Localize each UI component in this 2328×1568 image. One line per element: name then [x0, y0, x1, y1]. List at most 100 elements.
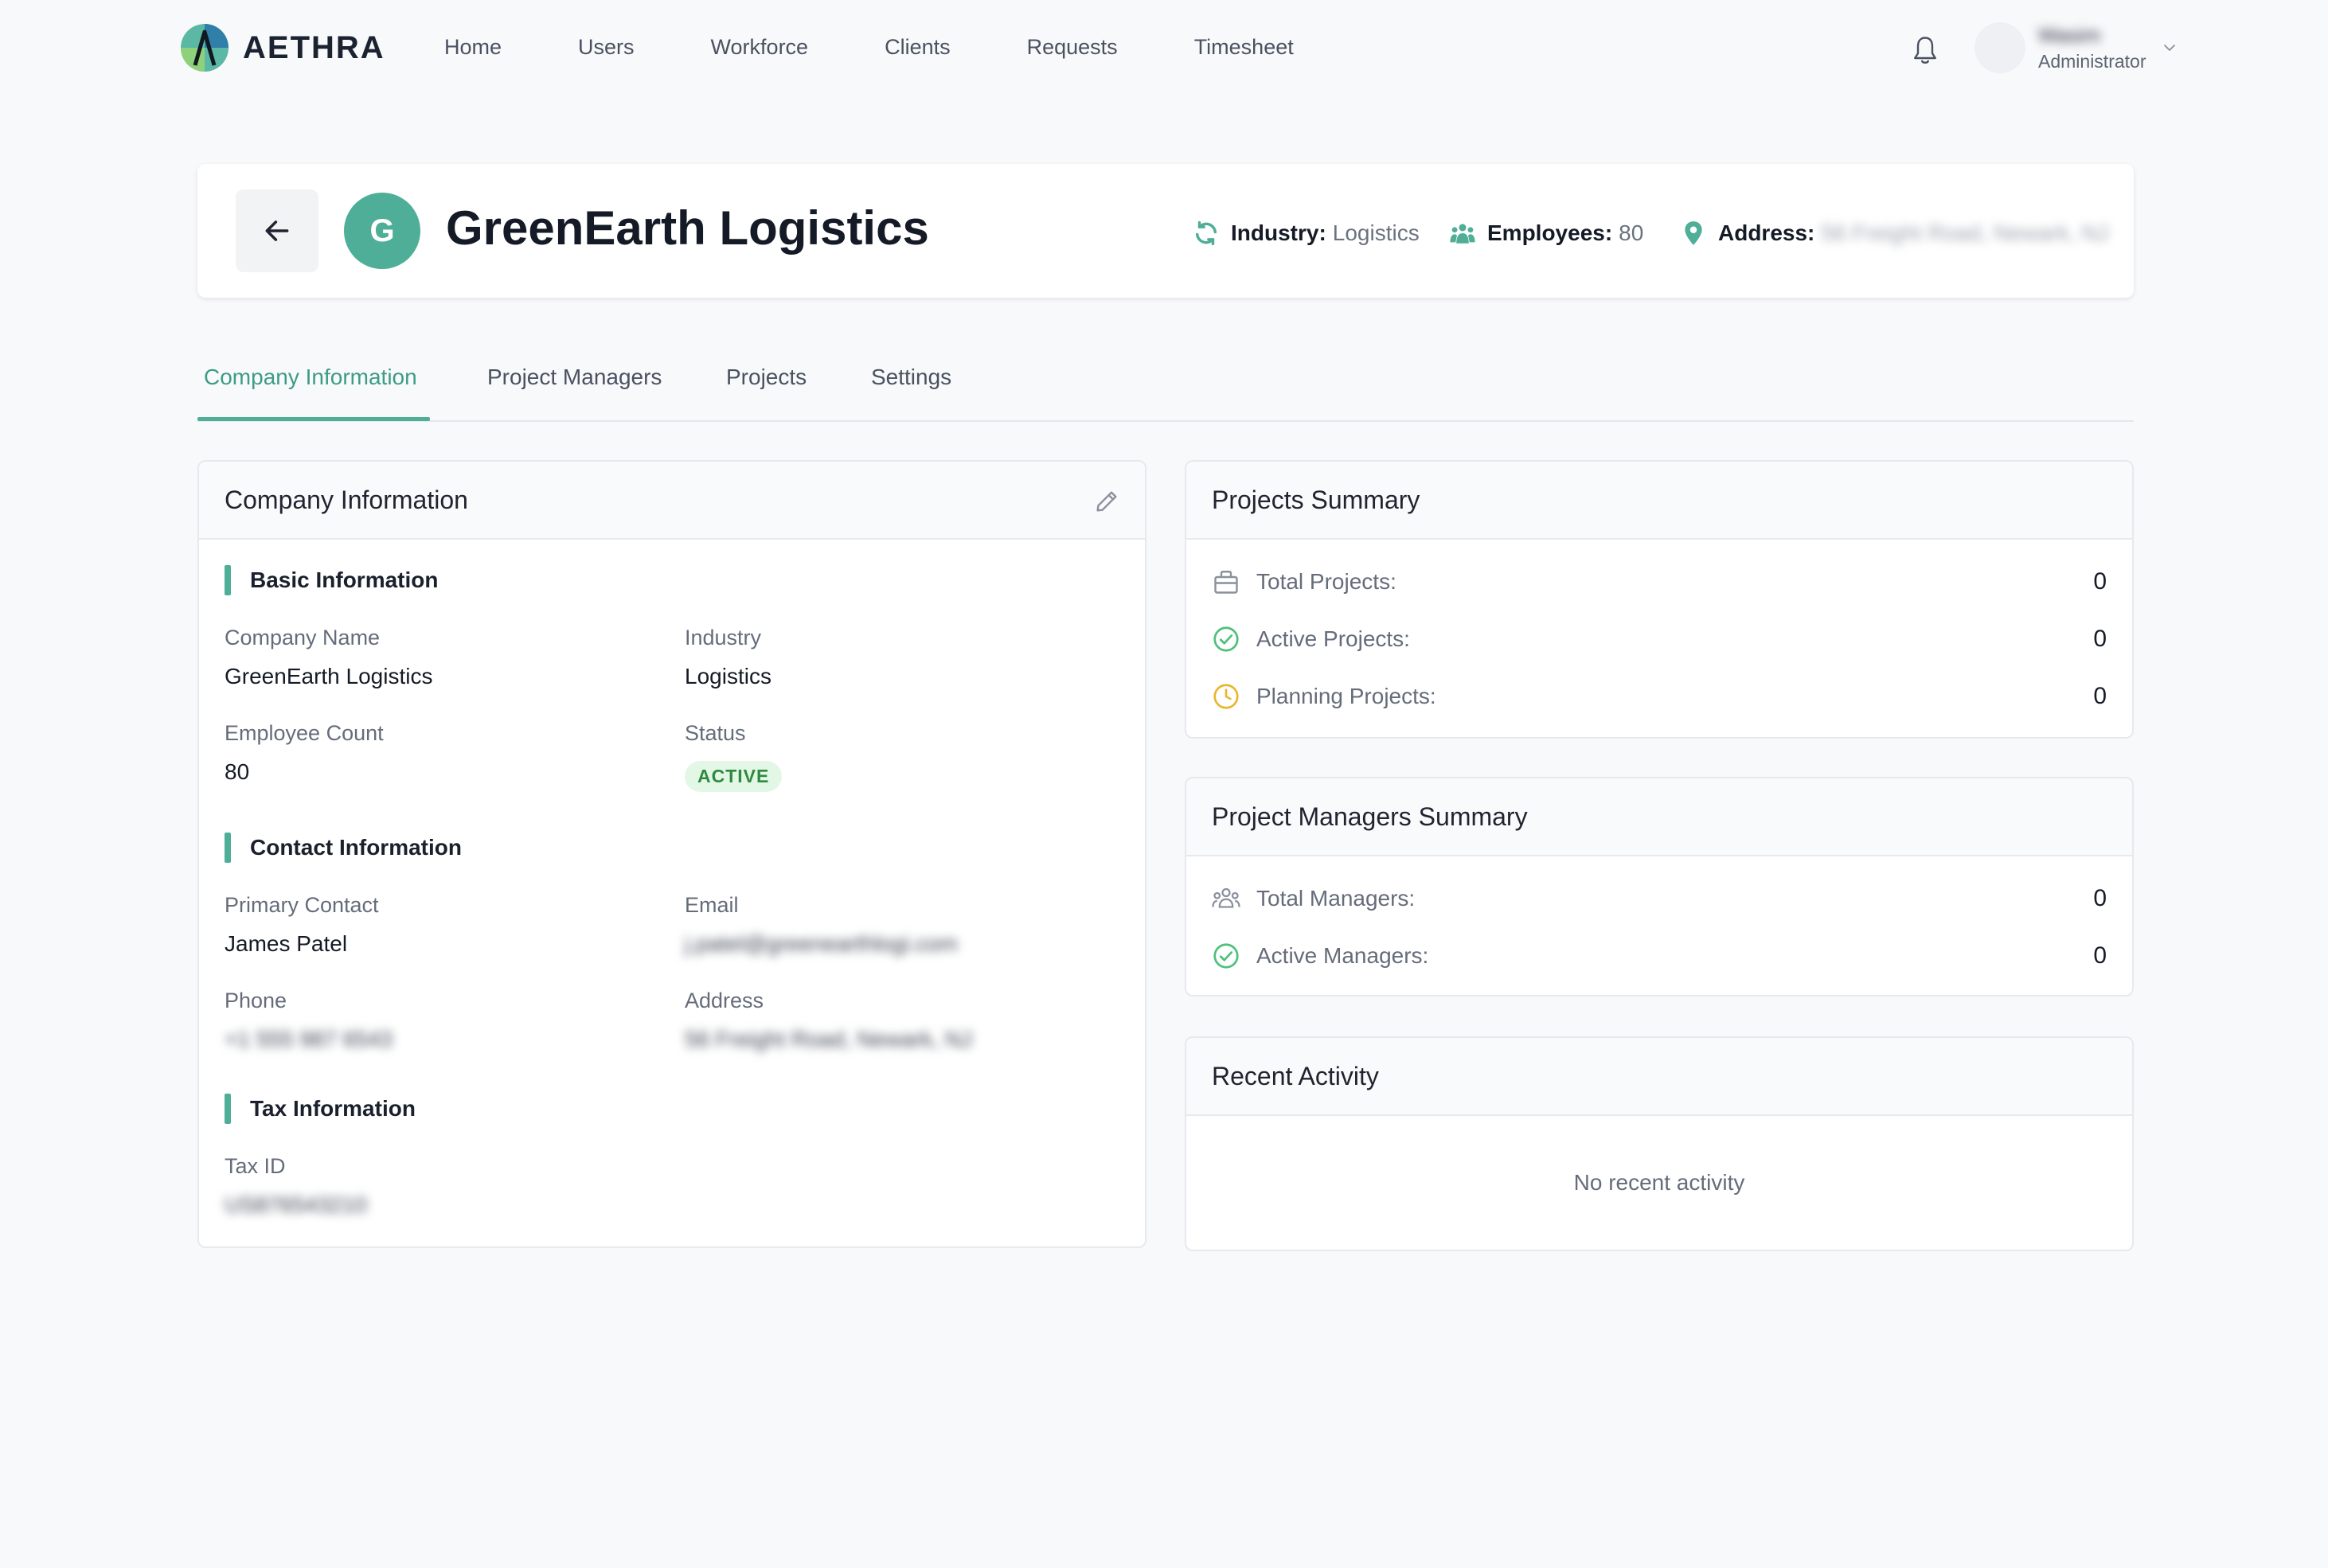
section-accent-bar — [225, 833, 231, 863]
employees-meta: Employees: 80 — [1449, 220, 1643, 247]
main-nav: Home Users Workforce Clients Requests Ti… — [444, 35, 1370, 60]
card-title: Projects Summary — [1212, 485, 1420, 514]
nav-clients[interactable]: Clients — [885, 35, 951, 60]
company-avatar: G — [344, 193, 420, 269]
card-header: Projects Summary — [1186, 462, 2132, 540]
brand-logo[interactable]: AETHRA — [179, 22, 385, 73]
projects-summary-card: Projects Summary Total Projects: 0 Activ… — [1185, 460, 2134, 739]
empty-state-text: No recent activity — [1573, 1170, 1745, 1195]
basic-information-section: Basic Information — [225, 565, 438, 595]
contact-information-section: Contact Information — [225, 833, 462, 863]
email-value: j.patel@greenearthlogi.com — [685, 931, 958, 956]
card-title: Project Managers Summary — [1212, 802, 1528, 831]
company-information-card: Company Information Basic Information Co… — [197, 460, 1146, 1248]
total-projects-row: Total Projects: 0 — [1212, 564, 2107, 600]
summary-value: 0 — [2093, 683, 2107, 709]
section-accent-bar — [225, 565, 231, 595]
tab-company-information[interactable]: Company Information — [204, 365, 417, 390]
user-avatar — [1975, 22, 2025, 73]
industry-label: Industry — [685, 626, 762, 649]
tab-bar: Company Information Project Managers Pro… — [197, 350, 2134, 422]
address-value: 56 Freight Road, Newark, NJ — [685, 1027, 973, 1051]
address-label: Address: — [1718, 220, 1815, 245]
chevron-down-icon — [2164, 45, 2176, 52]
phone-label: Phone — [225, 989, 287, 1012]
tab-projects[interactable]: Projects — [726, 365, 807, 390]
check-circle-icon — [1213, 943, 1239, 969]
user-meta: Wasim Administrator — [2038, 23, 2146, 72]
address-label: Address — [685, 989, 764, 1012]
nav-requests[interactable]: Requests — [1027, 35, 1118, 60]
briefcase-icon — [1214, 571, 1238, 594]
summary-label: Planning Projects: — [1256, 684, 1436, 708]
section-title: Contact Information — [250, 835, 462, 860]
primary-contact-label: Primary Contact — [225, 893, 379, 917]
industry-meta: Industry: Logistics — [1193, 220, 1420, 247]
recent-activity-card: Recent Activity No recent activity — [1185, 1036, 2134, 1251]
active-projects-row: Active Projects: 0 — [1212, 621, 2107, 657]
user-role: Administrator — [2038, 51, 2146, 72]
refresh-icon — [1195, 220, 1217, 246]
employees-label: Employees: — [1487, 220, 1613, 245]
users-icon — [1212, 887, 1240, 908]
card-title: Company Information — [225, 485, 468, 514]
map-pin-icon — [1685, 221, 1702, 245]
employee-count-value: 80 — [225, 759, 250, 784]
active-tab-indicator — [197, 417, 430, 421]
total-managers-row: Total Managers: 0 — [1212, 880, 2107, 917]
company-name-value: GreenEarth Logistics — [225, 664, 433, 688]
summary-label: Total Projects: — [1256, 569, 1396, 594]
address-meta: Address: 56 Freight Road, Newark, NJ — [1680, 220, 2108, 247]
arrow-left-icon — [265, 220, 289, 241]
summary-value: 0 — [2093, 885, 2107, 911]
project-managers-summary-card: Project Managers Summary Total Managers:… — [1185, 777, 2134, 997]
check-circle-icon — [1213, 626, 1239, 652]
section-title: Tax Information — [250, 1096, 416, 1121]
company-name-label: Company Name — [225, 626, 381, 649]
tab-project-managers[interactable]: Project Managers — [487, 365, 662, 390]
back-button[interactable] — [236, 189, 318, 272]
card-header: Recent Activity — [1186, 1038, 2132, 1116]
tax-information-section: Tax Information — [225, 1094, 416, 1124]
summary-label: Active Projects: — [1256, 626, 1410, 651]
company-header-card: G GreenEarth Logistics Industry: Logisti… — [197, 164, 2134, 298]
nav-timesheet[interactable]: Timesheet — [1194, 35, 1294, 60]
tab-settings[interactable]: Settings — [871, 365, 951, 390]
brand-name: AETHRA — [243, 29, 385, 65]
summary-label: Total Managers: — [1256, 886, 1416, 911]
status-label: Status — [685, 721, 746, 745]
section-accent-bar — [225, 1094, 231, 1124]
industry-label: Industry: — [1231, 220, 1326, 245]
summary-value: 0 — [2093, 942, 2107, 969]
notification-bell-icon[interactable] — [1911, 35, 1939, 67]
user-name: Wasim — [2038, 23, 2101, 47]
clock-icon — [1213, 684, 1239, 709]
section-title: Basic Information — [250, 568, 439, 592]
summary-value: 0 — [2093, 626, 2107, 652]
summary-value: 0 — [2093, 568, 2107, 595]
aethra-logo-icon — [181, 24, 229, 72]
user-menu[interactable]: Wasim Administrator — [1975, 22, 2178, 73]
nav-home[interactable]: Home — [444, 35, 502, 60]
card-title: Recent Activity — [1212, 1061, 1379, 1090]
industry-value: Logistics — [1332, 220, 1420, 245]
nav-users[interactable]: Users — [578, 35, 635, 60]
planning-projects-row: Planning Projects: 0 — [1212, 678, 2107, 715]
card-header: Company Information — [199, 462, 1145, 540]
primary-contact-value: James Patel — [225, 931, 348, 956]
active-managers-row: Active Managers: 0 — [1212, 938, 2107, 974]
tax-id-value: US876543210 — [225, 1192, 368, 1217]
pencil-icon[interactable] — [1094, 489, 1119, 514]
nav-workforce[interactable]: Workforce — [711, 35, 809, 60]
page-title: GreenEarth Logistics — [446, 201, 929, 255]
phone-value: +1 555 987 6543 — [225, 1027, 393, 1051]
employees-value: 80 — [1619, 220, 1644, 245]
industry-value: Logistics — [685, 664, 771, 688]
card-header: Project Managers Summary — [1186, 778, 2132, 856]
status-badge: ACTIVE — [685, 761, 783, 792]
address-value: 56 Freight Road, Newark, NJ — [1821, 220, 2109, 245]
summary-label: Active Managers: — [1256, 943, 1429, 968]
email-label: Email — [685, 893, 739, 917]
users-icon — [1450, 224, 1475, 244]
tax-id-label: Tax ID — [225, 1154, 286, 1178]
